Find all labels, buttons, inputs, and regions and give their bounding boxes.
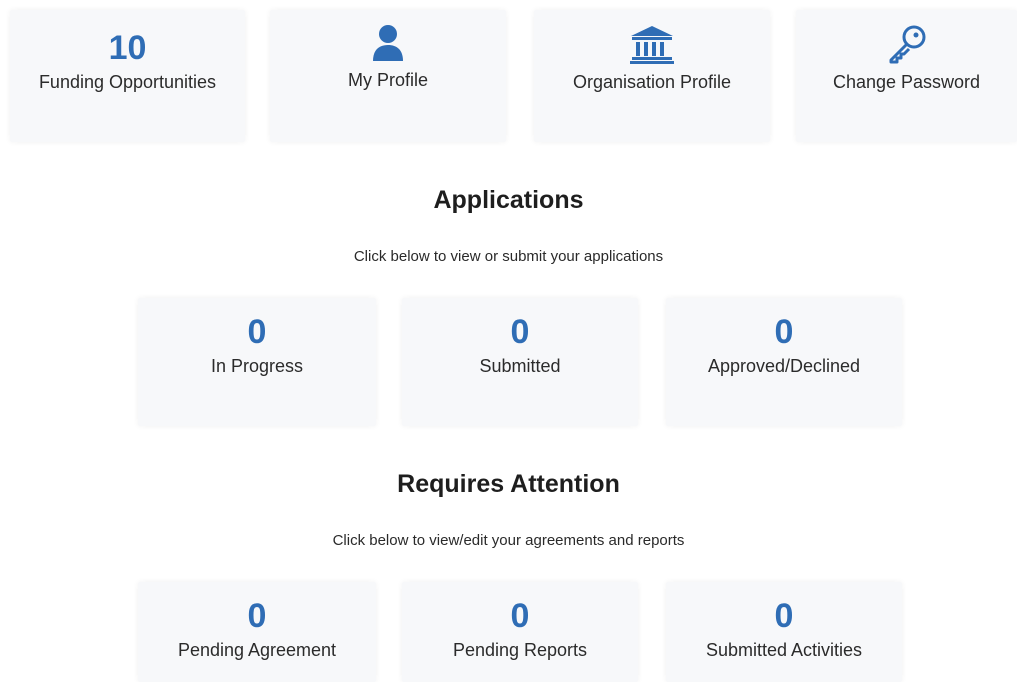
submitted-activities-tile[interactable]: 0 Submitted Activities	[666, 582, 902, 682]
submitted-activities-label: Submitted Activities	[705, 640, 863, 660]
user-icon	[270, 24, 506, 62]
organisation-profile-label: Organisation Profile	[572, 72, 732, 92]
submitted-tile[interactable]: 0 Submitted	[402, 298, 638, 426]
pending-reports-label: Pending Reports	[452, 640, 588, 660]
funding-opportunities-label: Funding Opportunities	[38, 72, 217, 92]
approved-declined-label: Approved/Declined	[707, 356, 861, 376]
submitted-count: 0	[510, 313, 530, 351]
approved-declined-count: 0	[774, 313, 794, 351]
key-icon	[796, 24, 1017, 64]
in-progress-tile[interactable]: 0 In Progress	[138, 298, 376, 426]
change-password-label: Change Password	[832, 72, 981, 92]
pending-agreement-count: 0	[247, 597, 267, 635]
funding-opportunities-count: 10	[108, 29, 147, 67]
applications-heading: Applications	[433, 186, 584, 214]
requires-attention-heading: Requires Attention	[397, 470, 620, 498]
change-password-tile[interactable]: Change Password	[796, 10, 1017, 142]
organisation-profile-tile[interactable]: Organisation Profile	[534, 10, 770, 142]
my-profile-tile[interactable]: My Profile	[270, 10, 506, 142]
in-progress-label: In Progress	[210, 356, 304, 376]
in-progress-count: 0	[247, 313, 267, 351]
requires-attention-subtitle: Click below to view/edit your agreements…	[332, 532, 685, 549]
bank-icon	[534, 24, 770, 64]
pending-agreement-label: Pending Agreement	[177, 640, 337, 660]
pending-reports-tile[interactable]: 0 Pending Reports	[402, 582, 638, 682]
submitted-activities-count: 0	[774, 597, 794, 635]
pending-reports-count: 0	[510, 597, 530, 635]
applications-subtitle: Click below to view or submit your appli…	[353, 248, 664, 265]
approved-declined-tile[interactable]: 0 Approved/Declined	[666, 298, 902, 426]
funding-opportunities-tile[interactable]: 10 Funding Opportunities	[10, 10, 245, 142]
submitted-label: Submitted	[479, 356, 561, 376]
pending-agreement-tile[interactable]: 0 Pending Agreement	[138, 582, 376, 682]
my-profile-label: My Profile	[347, 70, 428, 90]
